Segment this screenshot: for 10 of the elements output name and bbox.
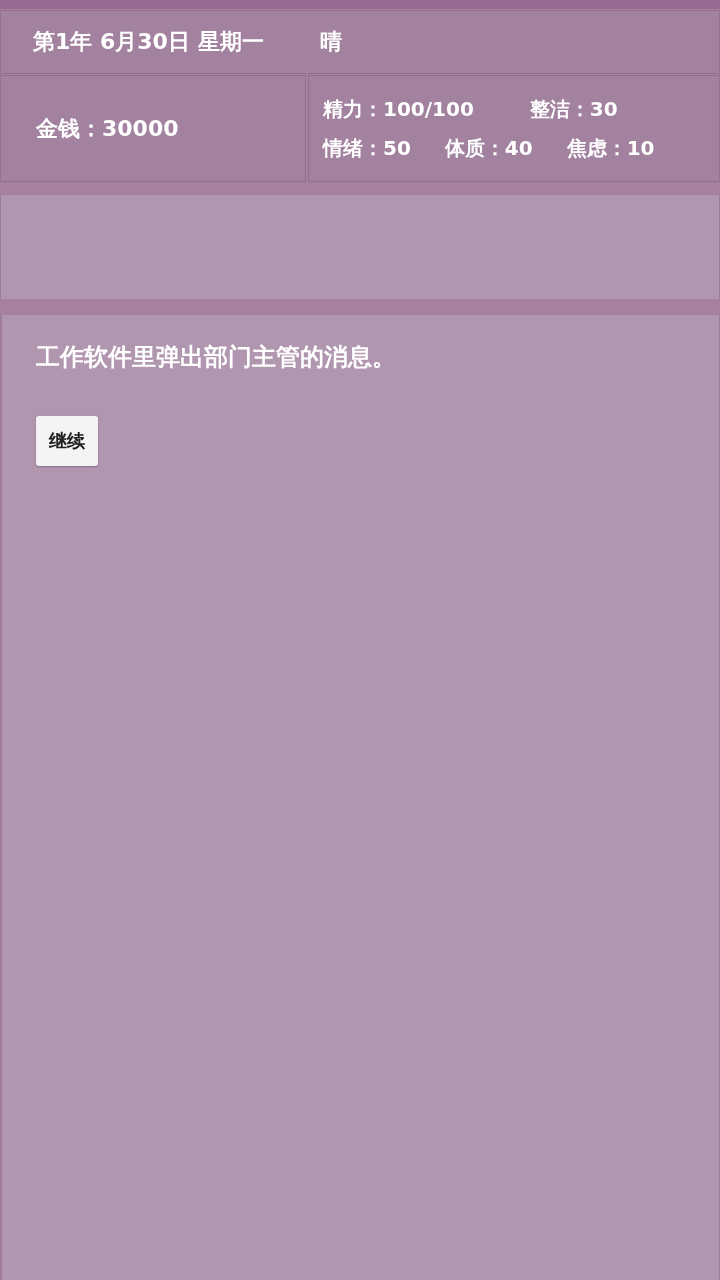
date-text: 第1年 6月30日 星期一	[33, 28, 264, 56]
continue-button[interactable]: 继续	[36, 416, 98, 466]
money-text: 金钱：30000	[36, 114, 179, 143]
attribute-text: 整洁：30	[529, 95, 618, 123]
weather-text: 晴	[319, 28, 342, 56]
attribute-text: 精力：100/100	[323, 95, 474, 123]
story-text: 工作软件里弹出部门主管的消息。	[36, 342, 397, 373]
attribute-text: 情绪：50	[323, 134, 411, 162]
attribute-text: 体质：40	[444, 134, 533, 162]
attribute-text: 焦虑：10	[566, 134, 655, 162]
